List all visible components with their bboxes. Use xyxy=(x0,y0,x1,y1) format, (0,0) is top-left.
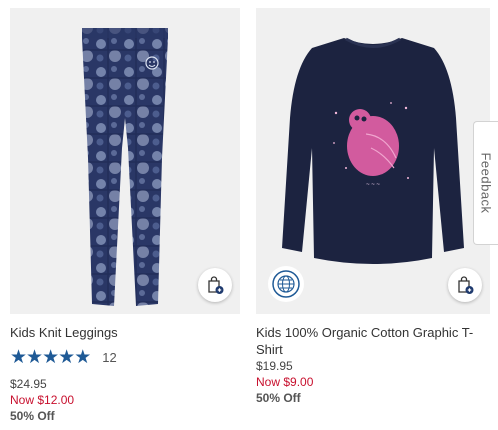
discount-label: 50% Off xyxy=(10,409,55,423)
product-image-tshirt[interactable]: ~ ~ ~ xyxy=(256,8,490,314)
sale-price: Now $9.00 xyxy=(256,375,314,389)
sustainability-badge[interactable] xyxy=(268,266,304,302)
star-icon: ★ xyxy=(58,346,75,368)
sale-price: Now $12.00 xyxy=(10,393,75,407)
leggings-image xyxy=(82,28,168,306)
rating[interactable]: ★ ★ ★ ★ ★ 12 xyxy=(10,347,240,367)
star-icon: ★ xyxy=(10,346,27,368)
product-name[interactable]: Kids Knit Leggings xyxy=(10,324,240,341)
product-card-leggings[interactable]: Kids Knit Leggings ★ ★ ★ ★ ★ 12 $24.95 N… xyxy=(10,8,240,424)
product-name[interactable]: Kids 100% Organic Cotton Graphic T-Shirt xyxy=(256,324,490,358)
product-card-tshirt[interactable]: ~ ~ ~ Kids 100% Organic Cotton Graphic T… xyxy=(256,8,490,406)
star-icon: ★ xyxy=(74,346,91,368)
regular-price: $24.95 xyxy=(10,377,47,391)
review-count[interactable]: 12 xyxy=(102,350,116,365)
discount-label: 50% Off xyxy=(256,391,301,405)
product-image-leggings[interactable] xyxy=(10,8,240,314)
quick-add-bag-icon xyxy=(208,276,224,294)
star-icon: ★ xyxy=(26,346,43,368)
quick-add-button[interactable] xyxy=(198,268,232,302)
sustainability-globe-icon xyxy=(272,270,300,298)
star-rating: ★ ★ ★ ★ ★ xyxy=(10,346,91,368)
quick-add-button[interactable] xyxy=(448,268,482,302)
feedback-tab[interactable]: Feedback xyxy=(473,121,498,245)
star-icon: ★ xyxy=(42,346,59,368)
quick-add-bag-icon xyxy=(458,276,474,294)
svg-text:~ ~ ~: ~ ~ ~ xyxy=(366,182,380,188)
feedback-label: Feedback xyxy=(478,152,494,214)
regular-price: $19.95 xyxy=(256,359,293,373)
